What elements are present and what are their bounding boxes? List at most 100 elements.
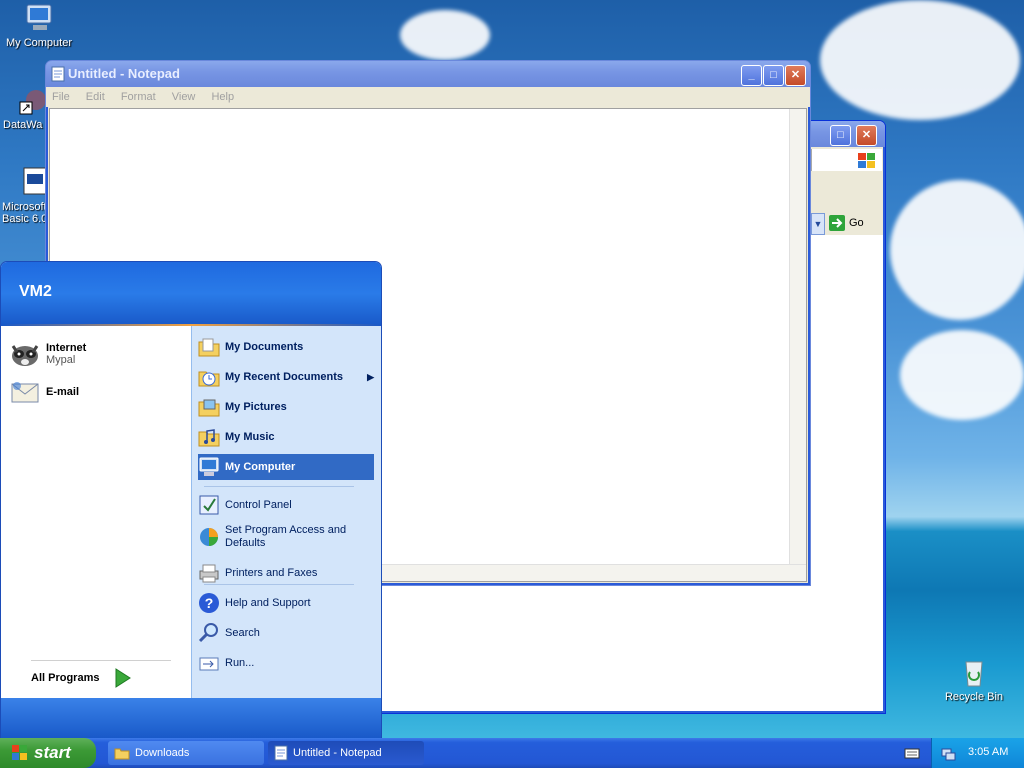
start-item-my-music[interactable]: My Music [198, 424, 374, 450]
windows-flag-icon [12, 745, 27, 760]
start-item-email[interactable]: E-mail [9, 372, 185, 412]
windows-logo-area [811, 149, 882, 171]
user-name: VM2 [19, 283, 52, 300]
desktop-icon-label: Microsoft Basic 6.0 [0, 201, 50, 225]
start-menu-left-pane: Internet Mypal E-mail All Programs [1, 326, 191, 698]
start-menu-footer [1, 698, 381, 738]
separator [31, 660, 171, 661]
start-item-my-pictures[interactable]: My Pictures [198, 394, 374, 420]
control-panel-icon [198, 494, 220, 516]
cloud [890, 180, 1024, 320]
start-item-run[interactable]: Run... [198, 650, 374, 676]
all-programs-label: All Programs [31, 672, 100, 684]
control-panel-label: Control Panel [225, 499, 292, 511]
menu-help[interactable]: Help [211, 91, 234, 103]
close-button[interactable]: ✕ [856, 125, 877, 146]
start-button[interactable]: start [0, 738, 96, 768]
desktop-icon-label-line1: Microsoft [2, 201, 47, 213]
help-support-label: Help and Support [225, 597, 311, 609]
program-access-icon [198, 526, 220, 548]
all-programs-button[interactable]: All Programs [31, 667, 171, 689]
vertical-scrollbar[interactable] [789, 109, 806, 565]
submenu-arrow-icon: ▶ [367, 371, 374, 382]
cloud [820, 0, 1020, 120]
start-item-search[interactable]: Search [198, 620, 374, 646]
my-pictures-icon [198, 396, 220, 418]
notepad-title: Untitled - Notepad [68, 66, 180, 81]
taskbar-item-label: Downloads [135, 747, 190, 759]
my-documents-label: My Documents [225, 341, 304, 353]
recent-documents-icon [198, 366, 220, 388]
cloud [900, 330, 1024, 420]
start-item-my-computer[interactable]: My Computer [198, 454, 374, 480]
desktop-icon-visual-basic[interactable]: Microsoft Basic 6.0 [0, 166, 50, 225]
desktop-icon-label: Recycle Bin [944, 691, 1004, 703]
system-tray: 3:05 AM [931, 738, 1024, 768]
menu-file[interactable]: File [52, 91, 70, 103]
help-icon: ? [198, 592, 220, 614]
my-music-icon [198, 426, 220, 448]
close-button[interactable]: ✕ [785, 65, 806, 86]
network-icon[interactable] [940, 745, 956, 761]
set-program-access-label: Set Program Access and Defaults [225, 524, 347, 549]
maximize-button[interactable]: □ [830, 125, 851, 146]
menu-format[interactable]: Format [121, 91, 156, 103]
my-computer-label: My Computer [225, 461, 296, 473]
cloud [400, 10, 490, 60]
run-icon [198, 652, 220, 674]
notepad-menubar: File Edit Format View Help [46, 87, 810, 107]
desktop-icon-my-computer[interactable]: My Computer [2, 2, 76, 49]
desktop: My Computer DataWa Microsoft Basic 6.0 R… [0, 0, 1024, 738]
keyboard-icon[interactable] [904, 746, 920, 760]
desktop-icon-label: My Computer [5, 37, 73, 49]
menu-view[interactable]: View [172, 91, 196, 103]
start-item-help-support[interactable]: ? Help and Support [198, 590, 374, 616]
green-arrow-icon [115, 668, 132, 688]
notepad-icon [274, 745, 288, 761]
start-menu: VM2 Internet Mypal E-mail All Programs M… [0, 261, 382, 738]
windows-flag-icon [858, 153, 875, 168]
my-recent-documents-label: My Recent Documents [225, 371, 343, 383]
start-menu-right-pane: My Documents My Recent Documents ▶ My Pi… [191, 326, 381, 698]
separator [204, 486, 354, 487]
desktop-icon-recycle-bin[interactable]: Recycle Bin [937, 656, 1011, 703]
start-item-my-documents[interactable]: My Documents [198, 334, 374, 360]
my-pictures-label: My Pictures [225, 401, 287, 413]
start-label: start [34, 743, 71, 762]
start-item-control-panel[interactable]: Control Panel [198, 492, 374, 518]
printer-icon [198, 562, 220, 584]
desktop-icon-label-line2: Basic 6.0 [2, 213, 48, 225]
notepad-icon [51, 66, 65, 82]
taskbar-item-label: Untitled - Notepad [293, 747, 382, 759]
taskbar-item-notepad[interactable]: Untitled - Notepad [268, 741, 424, 765]
start-item-internet[interactable]: Internet Mypal [9, 334, 185, 374]
separator [204, 584, 354, 585]
go-arrow-icon [829, 215, 845, 231]
taskbar-item-downloads[interactable]: Downloads [108, 741, 264, 765]
raccoon-browser-icon [9, 338, 41, 370]
maximize-button[interactable]: □ [763, 65, 784, 86]
svg-text:?: ? [205, 595, 214, 611]
menu-edit[interactable]: Edit [86, 91, 105, 103]
start-menu-header: VM2 [1, 262, 381, 326]
start-item-my-recent-documents[interactable]: My Recent Documents ▶ [198, 364, 374, 390]
my-computer-icon [23, 2, 55, 34]
my-computer-icon [198, 456, 220, 478]
printers-faxes-label: Printers and Faxes [225, 567, 318, 579]
desktop-icon-datawa[interactable]: DataWa [0, 84, 50, 131]
notepad-titlebar[interactable]: Untitled - Notepad _ □ ✕ [46, 61, 810, 87]
desktop-icon-label: DataWa [3, 119, 43, 131]
go-button[interactable]: Go [829, 213, 881, 233]
my-music-label: My Music [225, 431, 275, 443]
start-item-printers-faxes[interactable]: Printers and Faxes [198, 560, 374, 586]
run-label: Run... [225, 657, 255, 669]
recycle-bin-icon [958, 656, 990, 688]
search-label: Search [225, 627, 260, 639]
address-dropdown-button[interactable]: ▼ [811, 213, 825, 235]
clock[interactable]: 3:05 AM [968, 746, 1008, 758]
start-item-set-program-access[interactable]: Set Program Access and Defaults [198, 521, 374, 553]
minimize-button[interactable]: _ [741, 65, 762, 86]
internet-sublabel: Mypal [46, 354, 76, 366]
email-label: E-mail [46, 386, 80, 398]
search-icon [198, 622, 220, 644]
